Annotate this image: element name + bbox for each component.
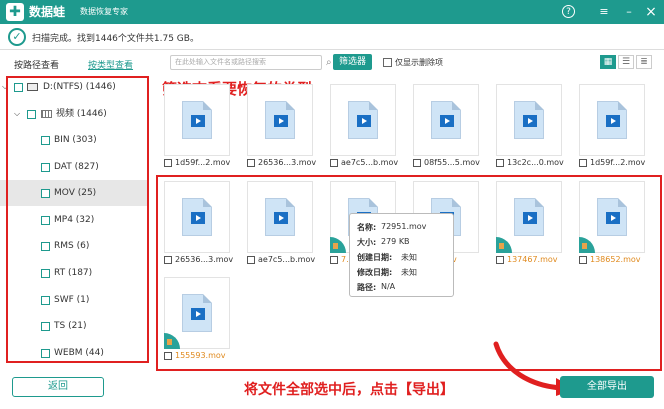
tab-by-path[interactable]: 按路径查看 (14, 58, 59, 71)
file-thumbnail[interactable] (330, 84, 396, 156)
file-name: 1d59f...2.mov (590, 158, 646, 167)
file-name: ae7c5...b.mov (341, 158, 399, 167)
filter-button[interactable]: 筛选器 (333, 54, 372, 70)
detail-view-icon[interactable]: ≣ (636, 55, 652, 69)
tooltip-modified-value: 未知 (401, 268, 417, 277)
file-checkbox[interactable] (496, 159, 504, 167)
video-file-icon (431, 101, 461, 139)
tooltip-path-key: 路径: (357, 283, 377, 292)
export-all-button[interactable]: 全部导出 (560, 376, 654, 398)
play-icon (357, 115, 371, 127)
only-deleted-label: 仅显示删除项 (395, 58, 443, 67)
tooltip-name-value: 72951.mov (381, 222, 427, 231)
play-icon (274, 115, 288, 127)
tooltip-path-value: N/A (381, 282, 396, 291)
play-icon (523, 115, 537, 127)
scan-status-bar: ✓ 扫描完成。找到1446个文件共1.75 GB。 (0, 24, 664, 50)
file-checkbox[interactable] (330, 159, 338, 167)
video-file-icon (514, 101, 544, 139)
video-file-icon (348, 101, 378, 139)
video-file-icon (597, 101, 627, 139)
file-checkbox[interactable] (413, 159, 421, 167)
grid-view-icon[interactable]: ▦ (600, 55, 616, 69)
tooltip-created-value: 未知 (401, 253, 417, 262)
search-input[interactable]: 在此处输入文件名或路径搜索 (170, 55, 322, 70)
video-file-icon (265, 101, 295, 139)
annotation-box-left (6, 76, 149, 363)
file-name: 08f55...5.mov (424, 158, 480, 167)
video-file-icon (182, 101, 212, 139)
title-bar: ✚ 数据蛙 数据恢复专家 ? ≡ – × (0, 0, 664, 24)
scan-status-text: 扫描完成。找到1446个文件共1.75 GB。 (32, 34, 199, 44)
file-thumbnail[interactable] (496, 84, 562, 156)
only-deleted-checkbox[interactable] (383, 58, 392, 67)
play-icon (191, 115, 205, 127)
minimize-icon[interactable]: – (621, 4, 637, 20)
tooltip-name-key: 名称: (357, 223, 377, 232)
back-button[interactable]: 返回 (12, 377, 104, 397)
search-icon[interactable]: ⌕ (326, 57, 332, 68)
tooltip-modified-key: 修改日期: (357, 268, 393, 277)
file-checkbox[interactable] (164, 159, 172, 167)
tooltip-created-key: 创建日期: (357, 253, 393, 262)
menu-icon[interactable]: ≡ (596, 4, 612, 20)
file-checkbox[interactable] (247, 159, 255, 167)
file-thumbnail[interactable] (247, 84, 313, 156)
play-icon (606, 115, 620, 127)
file-name: 26536...3.mov (258, 158, 317, 167)
check-icon: ✓ (8, 28, 26, 46)
list-view-icon[interactable]: ☰ (618, 55, 634, 69)
tooltip-size-value: 279 KB (381, 237, 410, 246)
view-mode-tabs: 按路径查看 按类型查看 (0, 56, 150, 72)
file-name: 13c2c...0.mov (507, 158, 564, 167)
tab-by-type[interactable]: 按类型查看 (88, 58, 133, 71)
file-name: 1d59f...2.mov (175, 158, 231, 167)
app-subtitle: 数据恢复专家 (80, 7, 128, 16)
tooltip-size-key: 大小: (357, 238, 377, 247)
app-name: 数据蛙 (29, 5, 66, 19)
app-logo-icon: ✚ (6, 3, 24, 21)
play-icon (440, 115, 454, 127)
file-thumbnail[interactable] (413, 84, 479, 156)
file-thumbnail[interactable] (579, 84, 645, 156)
file-thumbnail[interactable] (164, 84, 230, 156)
close-icon[interactable]: × (643, 4, 659, 20)
annotation-export-hint: 将文件全部选中后，点击【导出】 (244, 382, 454, 398)
help-icon[interactable]: ? (562, 5, 575, 18)
file-info-tooltip: 名称: 72951.mov 大小: 279 KB 创建日期: 未知 修改日期: 未知 路… (349, 213, 454, 297)
file-checkbox[interactable] (579, 159, 587, 167)
